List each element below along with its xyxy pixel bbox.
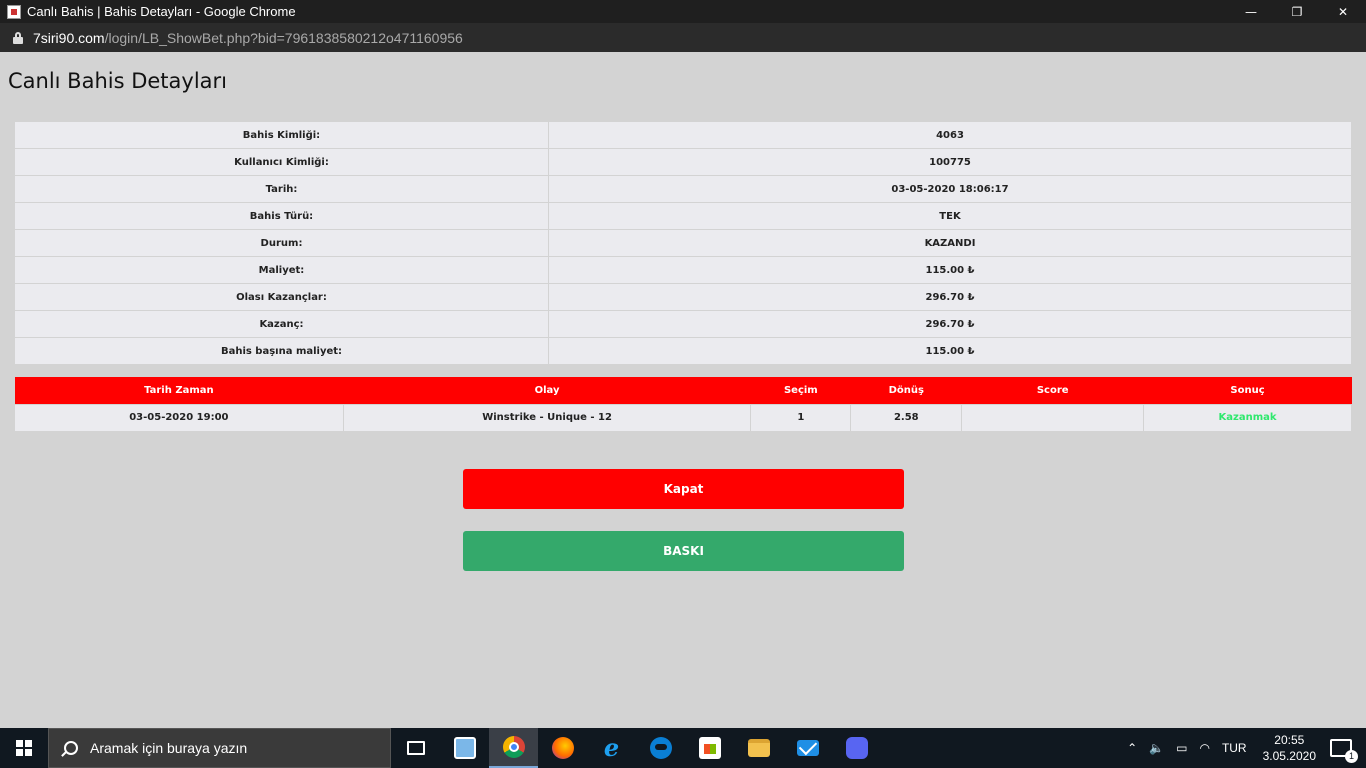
bet-selection-cell: 1 — [750, 403, 852, 432]
search-placeholder: Aramak için buraya yazın — [90, 740, 248, 756]
table-row: Tarih: 03-05-2020 18:06:17 — [14, 175, 1352, 203]
bet-selections-table: Tarih Zaman Olay Seçim Dönüş Score Sonuç… — [14, 377, 1352, 432]
detail-value: 296.70 ₺ — [548, 283, 1352, 311]
taskbar-search-box[interactable]: Aramak için buraya yazın — [48, 728, 391, 768]
store-taskbar-button[interactable] — [685, 728, 734, 768]
url-path: /login/LB_ShowBet.php?bid=7961838580212o… — [104, 29, 463, 46]
firefox-taskbar-button[interactable] — [538, 728, 587, 768]
task-view-button[interactable] — [391, 728, 440, 768]
table-row: Kazanç: 296.70 ₺ — [14, 310, 1352, 338]
search-icon — [64, 741, 78, 755]
chevron-up-icon[interactable]: ⌃ — [1127, 741, 1137, 755]
column-header-score: Score — [961, 377, 1144, 404]
detail-value: 115.00 ₺ — [548, 256, 1352, 284]
detail-label: Bahis Kimliği: — [14, 121, 549, 149]
wifi-icon[interactable]: ◠ — [1199, 741, 1209, 755]
table-row: 03-05-2020 19:00 Winstrike - Unique - 12… — [14, 403, 1352, 432]
clock[interactable]: 20:55 3.05.2020 — [1263, 732, 1316, 764]
detail-label: Kazanç: — [14, 310, 549, 338]
detail-value: KAZANDI — [548, 229, 1352, 257]
detail-label: Durum: — [14, 229, 549, 257]
windows-logo-icon — [16, 740, 32, 756]
table-row: Olası Kazançlar: 296.70 ₺ — [14, 283, 1352, 311]
bet-details-table: Bahis Kimliği: 4063 Kullanıcı Kimliği: 1007… — [14, 121, 1352, 365]
close-window-button[interactable]: ✕ — [1320, 0, 1366, 23]
detail-value: 296.70 ₺ — [548, 310, 1352, 338]
table-row: Bahis başına maliyet: 115.00 ₺ — [14, 337, 1352, 365]
detail-label: Maliyet: — [14, 256, 549, 284]
detail-label: Bahis başına maliyet: — [14, 337, 549, 365]
folder-icon — [747, 739, 770, 757]
detail-value: 03-05-2020 18:06:17 — [548, 175, 1352, 203]
bet-datetime-cell: 03-05-2020 19:00 — [14, 403, 344, 432]
edge-taskbar-button[interactable] — [636, 728, 685, 768]
news-icon — [453, 737, 476, 759]
firefox-icon — [551, 737, 574, 759]
minimize-button[interactable]: — — [1228, 0, 1274, 23]
window-title: Canlı Bahis | Bahis Detayları - Google C… — [27, 4, 296, 19]
bet-result-cell: Kazanmak — [1143, 403, 1352, 432]
detail-value: TEK — [548, 202, 1352, 230]
page-title: Canlı Bahis Detayları — [8, 69, 228, 93]
notification-center-icon[interactable]: 1 — [1330, 739, 1358, 763]
bet-score-cell — [961, 403, 1145, 432]
news-app-button[interactable] — [440, 728, 489, 768]
store-icon — [698, 737, 721, 759]
edge-icon — [649, 737, 672, 759]
detail-label: Bahis Türü: — [14, 202, 549, 230]
internet-explorer-icon: e — [603, 733, 620, 762]
chrome-icon — [502, 736, 525, 758]
column-header-return: Dönüş — [850, 377, 962, 404]
bet-event-cell: Winstrike - Unique - 12 — [342, 403, 752, 432]
detail-label: Olası Kazançlar: — [14, 283, 549, 311]
page-content: Canlı Bahis Detayları Bahis Kimliği: 4063… — [0, 52, 1366, 728]
task-view-icon — [406, 741, 425, 755]
lock-icon[interactable] — [13, 31, 23, 44]
table-row: Kullanıcı Kimliği: 100775 — [14, 148, 1352, 176]
address-bar[interactable]: 7siri90.com/login/LB_ShowBet.php?bid=796… — [0, 23, 1366, 52]
column-header-result: Sonuç — [1143, 377, 1352, 404]
column-header-datetime: Tarih Zaman — [14, 377, 344, 404]
column-header-event: Olay — [343, 377, 751, 404]
browser-title-bar: Canlı Bahis | Bahis Detayları - Google C… — [0, 0, 1366, 23]
clock-date: 3.05.2020 — [1262, 749, 1316, 763]
system-tray: ⌃ 🔈 ▭ ◠ TUR 20:55 3.05.2020 1 — [1121, 728, 1366, 768]
table-header-row: Tarih Zaman Olay Seçim Dönüş Score Sonuç — [14, 377, 1352, 404]
print-button[interactable]: BASKI — [463, 531, 904, 571]
mail-icon — [796, 740, 819, 756]
mail-taskbar-button[interactable] — [783, 728, 832, 768]
windows-taskbar: Aramak için buraya yazın e ⌃ 🔈 ▭ ◠ TUR 2… — [0, 728, 1366, 768]
close-button[interactable]: Kapat — [463, 469, 904, 509]
detail-label: Kullanıcı Kimliği: — [14, 148, 549, 176]
url-text[interactable]: 7siri90.com/login/LB_ShowBet.php?bid=796… — [33, 30, 463, 46]
language-indicator[interactable]: TUR — [1222, 741, 1247, 755]
table-row: Bahis Türü: TEK — [14, 202, 1352, 230]
detail-value: 115.00 ₺ — [548, 337, 1352, 365]
notification-count-badge: 1 — [1345, 750, 1358, 763]
detail-value: 100775 — [548, 148, 1352, 176]
detail-value: 4063 — [548, 121, 1352, 149]
volume-icon[interactable]: 🔈 — [1149, 741, 1164, 755]
column-header-selection: Seçim — [750, 377, 851, 404]
bet-return-cell: 2.58 — [850, 403, 963, 432]
detail-label: Tarih: — [14, 175, 549, 203]
discord-icon — [845, 737, 868, 759]
restore-button[interactable]: ❐ — [1274, 0, 1320, 23]
table-row: Bahis Kimliği: 4063 — [14, 121, 1352, 149]
internet-explorer-button[interactable]: e — [587, 728, 636, 768]
clock-time: 20:55 — [1274, 733, 1305, 747]
table-row: Maliyet: 115.00 ₺ — [14, 256, 1352, 284]
table-row: Durum: KAZANDI — [14, 229, 1352, 257]
url-host: 7siri90.com — [33, 29, 105, 46]
start-button[interactable] — [0, 728, 48, 768]
file-explorer-button[interactable] — [734, 728, 783, 768]
site-favicon-icon — [7, 4, 21, 19]
battery-icon[interactable]: ▭ — [1176, 741, 1187, 755]
chrome-taskbar-button[interactable] — [489, 728, 538, 768]
discord-taskbar-button[interactable] — [832, 728, 881, 768]
